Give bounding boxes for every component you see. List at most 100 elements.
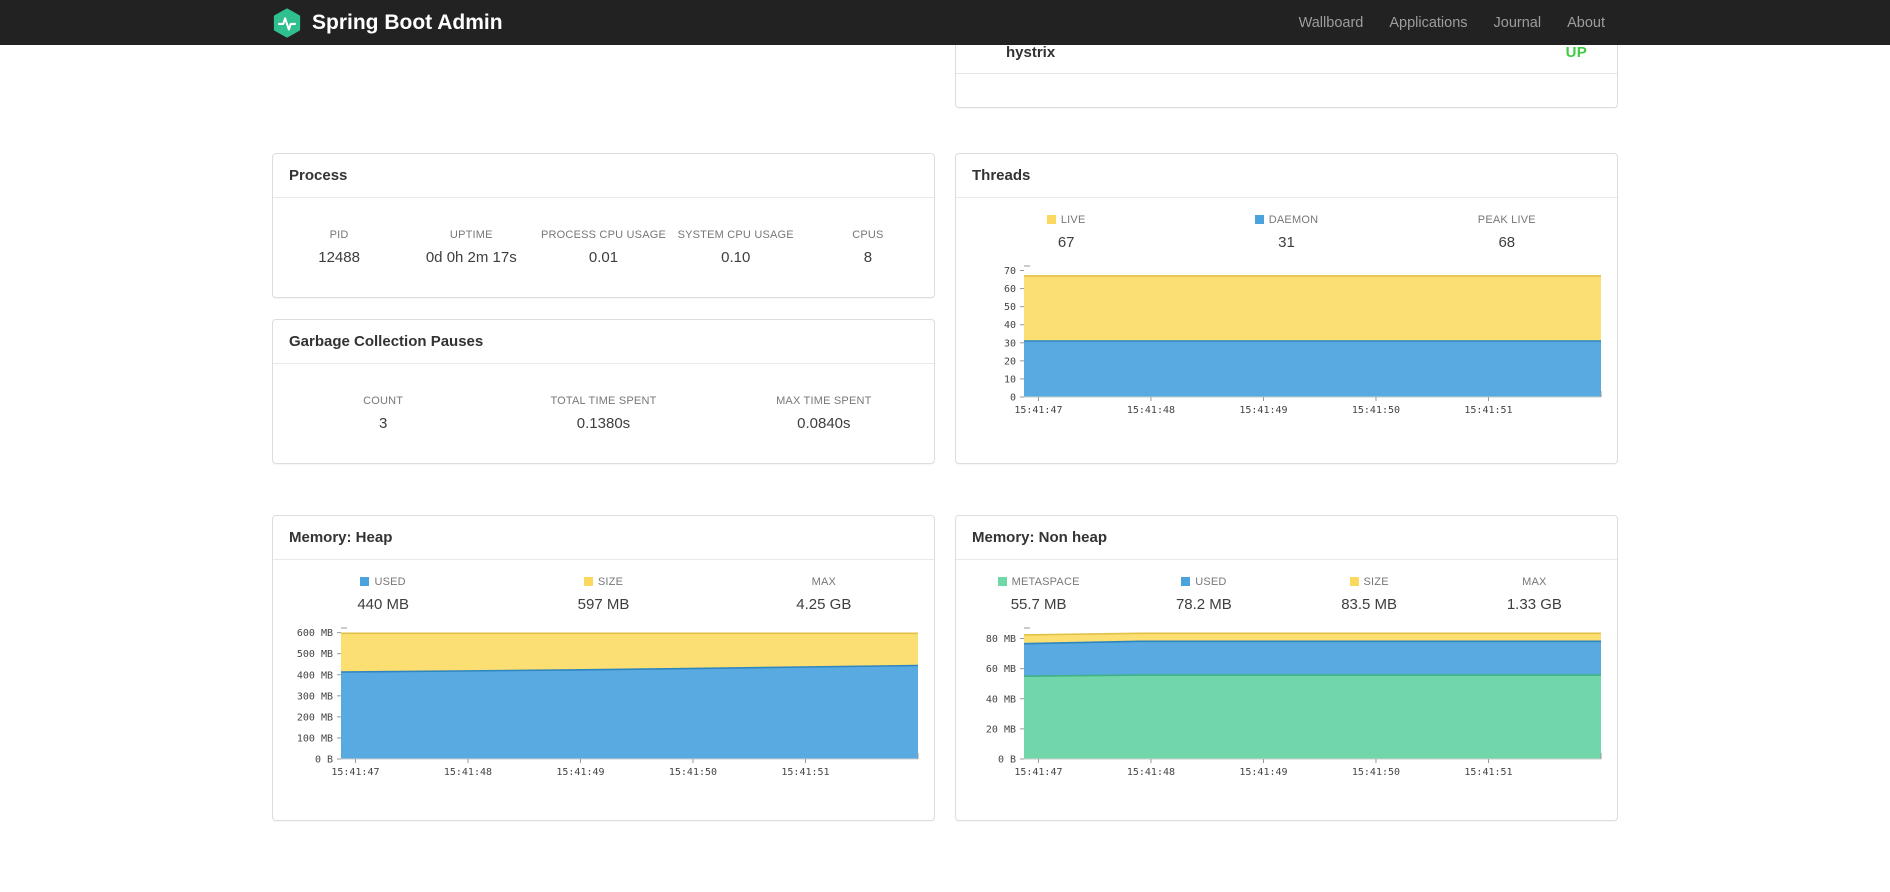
heap-stats: USED 440 MB SIZE 597 MB MAX 4.25 GB (273, 576, 934, 613)
stat-label: CPUS (852, 229, 884, 241)
stat-heap-max: MAX 4.25 GB (714, 576, 934, 613)
svg-text:100 MB: 100 MB (297, 733, 333, 744)
svg-text:15:41:47: 15:41:47 (1014, 405, 1062, 416)
stat-value: 68 (1498, 234, 1516, 251)
nav-item-wallboard[interactable]: Wallboard (1286, 0, 1377, 45)
used-legend-swatch (360, 576, 370, 586)
stat-value: 83.5 MB (1341, 596, 1398, 613)
brand-link[interactable]: Spring Boot Admin (272, 7, 503, 38)
service-name-link[interactable]: hystrix (1006, 44, 1055, 61)
memory-heap-panel-title: Memory: Heap (273, 516, 934, 560)
stat-gc-count: COUNT 3 (273, 395, 493, 432)
stat-value: 0.10 (721, 249, 751, 266)
svg-text:400 MB: 400 MB (297, 670, 333, 681)
stat-gc-total-time: TOTAL TIME SPENT 0.1380s (493, 395, 713, 432)
stat-label: PROCESS CPU USAGE (540, 229, 667, 241)
svg-text:40: 40 (1004, 320, 1016, 331)
process-stats: PID 12488 UPTIME 0d 0h 2m 17s PROCESS CP… (273, 229, 934, 266)
memory-nonheap-panel-title: Memory: Non heap (956, 516, 1617, 560)
stat-label: USED (1121, 576, 1286, 588)
memory-nonheap-chart: 0 B 20 MB 40 MB 60 MB 80 MB 15:41:47 15:41:48 1… (966, 623, 1611, 781)
stat-cpus: CPUS 8 (802, 229, 934, 266)
right-column: hystrix UP Threads LIVE 67 DAEMON 31 PEA… (955, 15, 1618, 821)
navbar-inner: Spring Boot Admin Wallboard Applications… (272, 0, 1618, 45)
svg-text:500 MB: 500 MB (297, 649, 333, 660)
memory-heap-chart: 0 B 100 MB 200 MB 300 MB 400 MB 500 MB 600 MB 1… (283, 623, 928, 781)
svg-text:300 MB: 300 MB (297, 691, 333, 702)
svg-text:15:41:49: 15:41:49 (1239, 767, 1287, 778)
stat-process-cpu-usage: PROCESS CPU USAGE 0.01 (537, 229, 669, 266)
svg-text:15:41:48: 15:41:48 (444, 767, 492, 778)
svg-text:15:41:51: 15:41:51 (1464, 767, 1512, 778)
stat-heap-size: SIZE 597 MB (493, 576, 713, 613)
stat-value: 8 (863, 249, 873, 266)
gc-pauses-panel: Garbage Collection Pauses COUNT 3 TOTAL … (272, 319, 935, 464)
process-panel-body: PID 12488 UPTIME 0d 0h 2m 17s PROCESS CP… (273, 198, 934, 297)
threads-chart: 0 10 20 30 40 50 60 70 15:41:47 15:41:48 15:41:49 1… (966, 261, 1611, 419)
daemon-legend-swatch (1254, 214, 1264, 224)
svg-text:15:41:49: 15:41:49 (556, 767, 604, 778)
stat-label-text: USED (374, 576, 406, 588)
stat-value: 78.2 MB (1175, 596, 1232, 613)
svg-text:15:41:50: 15:41:50 (1352, 405, 1400, 416)
size-legend-swatch (583, 576, 593, 586)
svg-text:15:41:48: 15:41:48 (1127, 767, 1175, 778)
svg-text:200 MB: 200 MB (297, 712, 333, 723)
stat-label: SYSTEM CPU USAGE (677, 229, 794, 241)
stat-value: 1.33 GB (1506, 596, 1562, 613)
metaspace-legend-swatch (997, 576, 1007, 586)
stat-label: USED (273, 576, 493, 588)
stat-label-text: METASPACE (1011, 576, 1080, 588)
nav-item-journal[interactable]: Journal (1481, 0, 1555, 45)
stat-value: 0.1380s (576, 415, 631, 432)
threads-panel-title: Threads (956, 154, 1617, 198)
svg-text:30: 30 (1004, 338, 1016, 349)
stat-value: 31 (1278, 234, 1295, 251)
memory-heap-panel: Memory: Heap USED 440 MB SIZE 597 MB MAX… (272, 515, 935, 821)
stat-gc-max-time: MAX TIME SPENT 0.0840s (714, 395, 934, 432)
svg-text:600 MB: 600 MB (297, 628, 333, 639)
svg-text:40 MB: 40 MB (986, 694, 1016, 705)
nav-item-about[interactable]: About (1554, 0, 1618, 45)
svg-text:15:41:49: 15:41:49 (1239, 405, 1287, 416)
stat-label: MAX (1522, 576, 1547, 588)
stat-value: 0.0840s (797, 415, 851, 432)
process-panel: Process PID 12488 UPTIME 0d 0h 2m 17s PR… (272, 153, 935, 298)
stat-threads-peak-live: PEAK LIVE 68 (1397, 214, 1617, 251)
stat-nonheap-size: SIZE 83.5 MB (1287, 576, 1452, 613)
stat-label-text: LIVE (1060, 214, 1086, 226)
stat-value: 12488 (318, 249, 360, 266)
stat-value: 0.01 (588, 249, 619, 266)
stat-label: MAX (811, 576, 837, 588)
stat-system-cpu-usage: SYSTEM CPU USAGE 0.10 (670, 229, 802, 266)
svg-text:0 B: 0 B (998, 755, 1016, 766)
spring-boot-admin-logo-icon (272, 7, 302, 38)
status-badge: UP (1565, 44, 1587, 61)
nav-item-applications[interactable]: Applications (1376, 0, 1480, 45)
stat-value: 0d 0h 2m 17s (425, 249, 517, 266)
svg-text:10: 10 (1004, 374, 1016, 385)
svg-text:15:41:50: 15:41:50 (669, 767, 717, 778)
stat-value: 55.7 MB (1010, 596, 1067, 613)
stat-uptime: UPTIME 0d 0h 2m 17s (405, 229, 537, 266)
stat-value: 597 MB (577, 596, 630, 613)
stat-label: METASPACE (956, 576, 1121, 588)
svg-text:50: 50 (1004, 302, 1016, 313)
left-column: Process PID 12488 UPTIME 0d 0h 2m 17s PR… (272, 45, 935, 821)
nav-links: Wallboard Applications Journal About (1286, 0, 1618, 45)
svg-text:70: 70 (1004, 266, 1016, 277)
svg-text:15:41:51: 15:41:51 (1464, 405, 1512, 416)
svg-text:60 MB: 60 MB (986, 664, 1016, 675)
threads-stats: LIVE 67 DAEMON 31 PEAK LIVE 68 (956, 214, 1617, 251)
used-legend-swatch (1181, 576, 1191, 586)
process-panel-title: Process (273, 154, 934, 198)
size-legend-swatch (1349, 576, 1359, 586)
svg-text:20 MB: 20 MB (986, 724, 1016, 735)
svg-text:15:41:50: 15:41:50 (1352, 767, 1400, 778)
stat-value: 3 (378, 415, 388, 432)
svg-text:15:41:47: 15:41:47 (331, 767, 379, 778)
svg-text:0: 0 (1010, 393, 1016, 404)
stat-heap-used: USED 440 MB (273, 576, 493, 613)
gc-panel-title: Garbage Collection Pauses (273, 320, 934, 364)
svg-text:15:41:47: 15:41:47 (1014, 767, 1062, 778)
